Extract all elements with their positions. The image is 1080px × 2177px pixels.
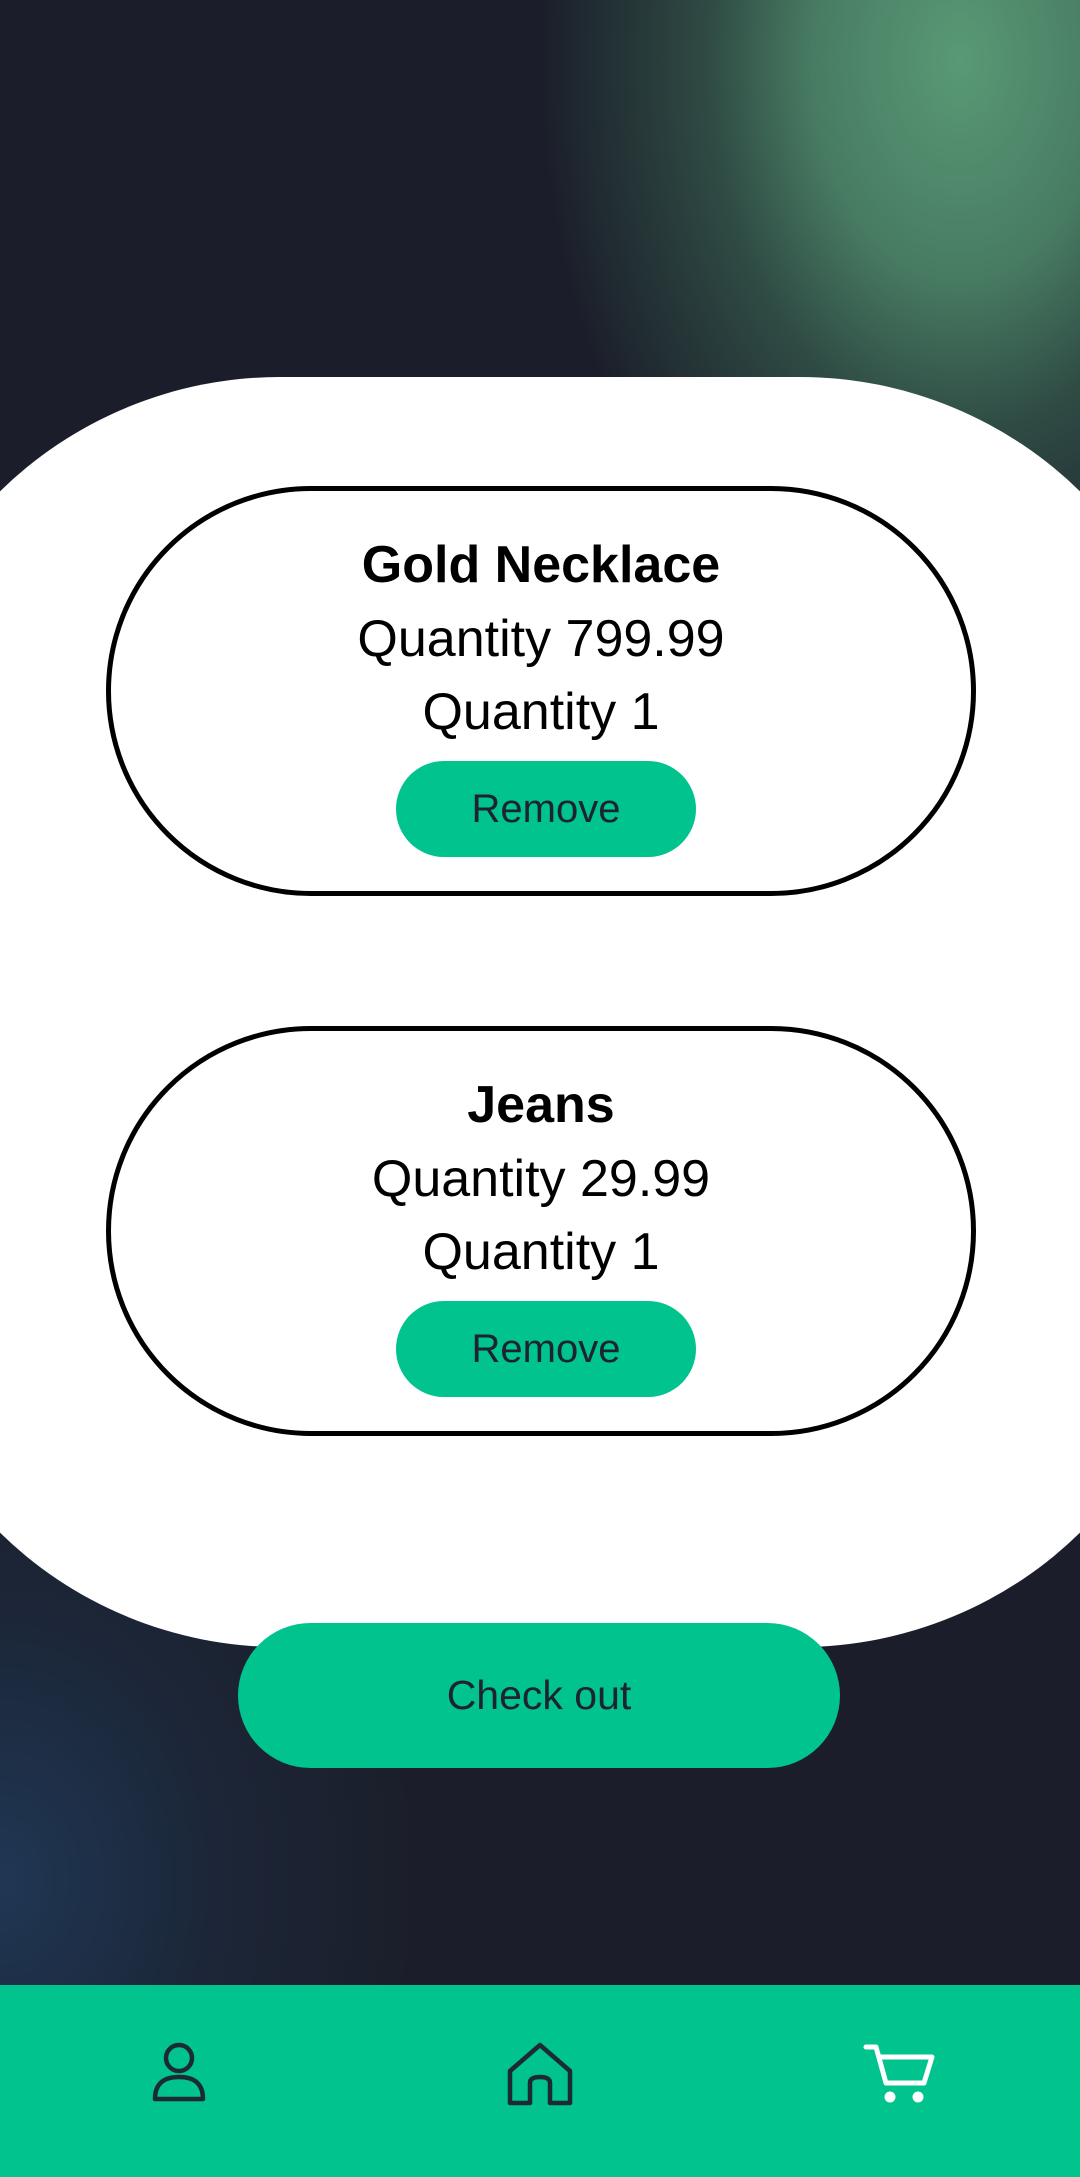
home-icon <box>507 2042 573 2106</box>
item-name: Jeans <box>467 1076 615 1134</box>
cart-item-card: Gold Necklace Quantity 799.99 Quantity 1… <box>106 486 976 896</box>
item-name: Gold Necklace <box>361 536 721 594</box>
cart-screen: Gold Necklace Quantity 799.99 Quantity 1… <box>0 0 1080 2177</box>
item-price: Quantity 799.99 <box>357 610 725 668</box>
cart-icon <box>863 2044 935 2103</box>
nav-profile[interactable] <box>139 2033 219 2113</box>
remove-button[interactable]: Remove <box>396 761 696 857</box>
cart-item-card: Jeans Quantity 29.99 Quantity 1 Remove <box>106 1026 976 1436</box>
item-quantity: Quantity 1 <box>422 1223 660 1281</box>
checkout-button[interactable]: Check out <box>238 1623 840 1768</box>
person-icon <box>152 2042 206 2102</box>
item-quantity: Quantity 1 <box>422 683 660 741</box>
item-price: Quantity 29.99 <box>371 1150 711 1208</box>
nav-home[interactable] <box>500 2033 580 2113</box>
remove-button[interactable]: Remove <box>396 1301 696 1397</box>
nav-cart[interactable] <box>860 2033 940 2113</box>
bottom-nav <box>0 1985 1080 2177</box>
